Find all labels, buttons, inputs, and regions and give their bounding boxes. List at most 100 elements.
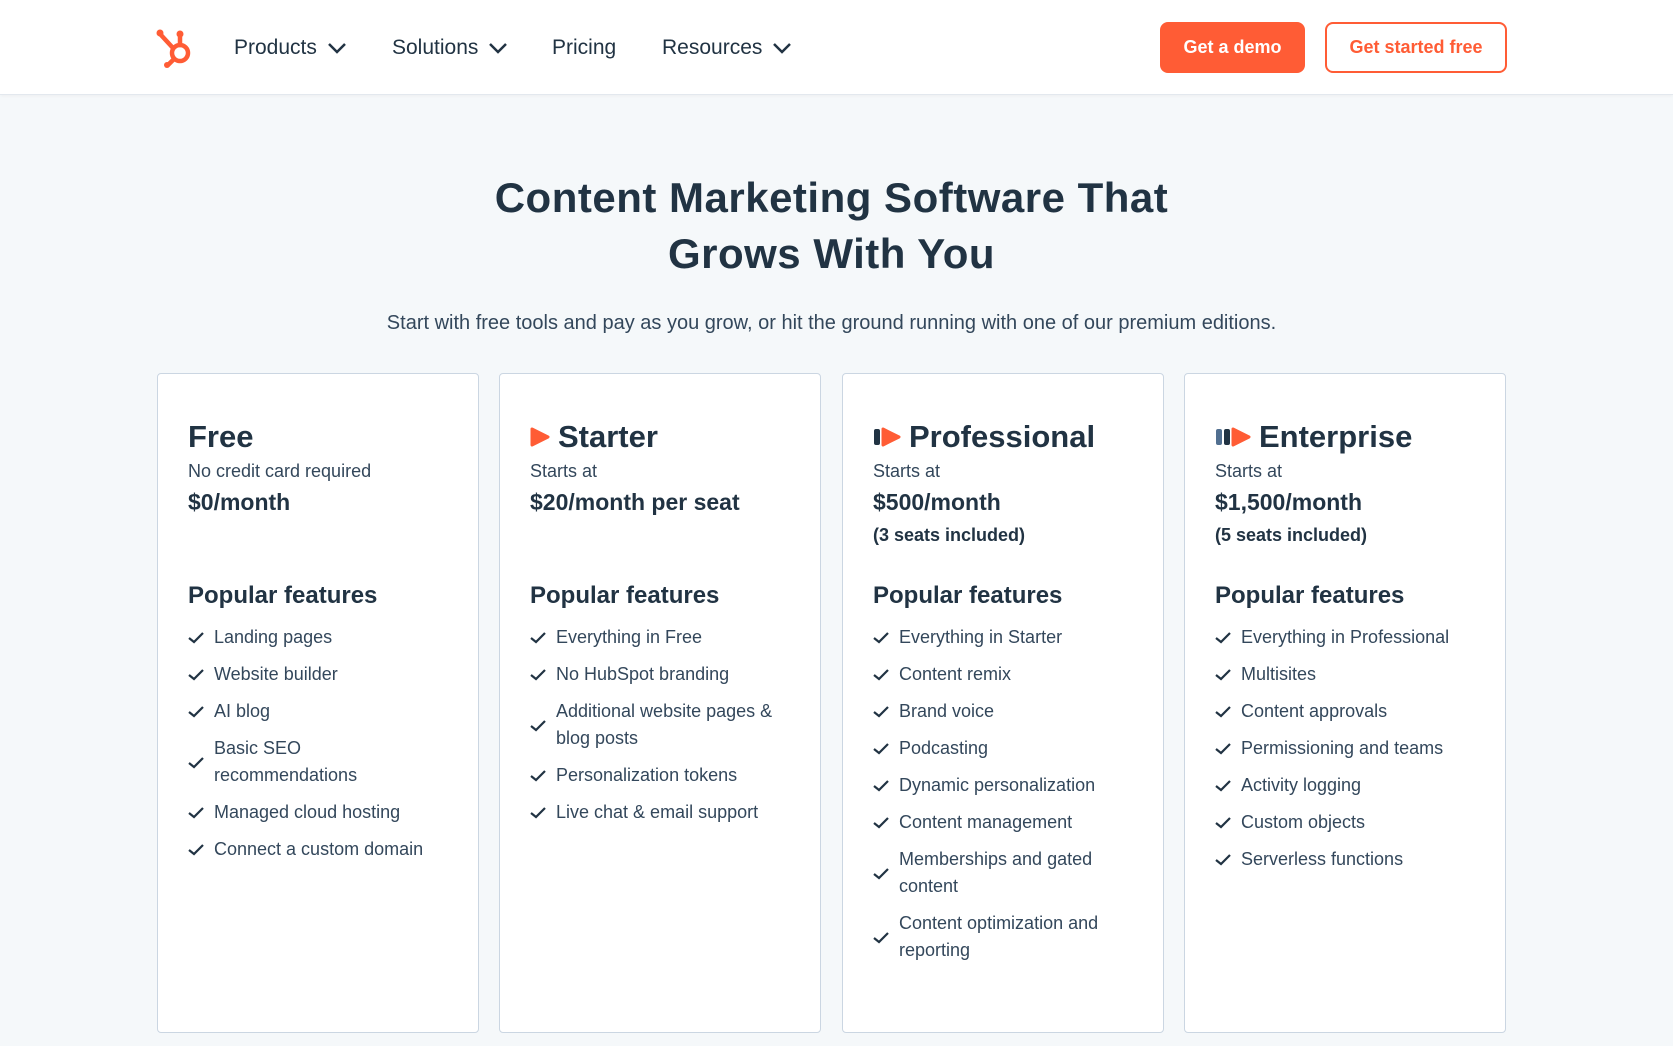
plan-note: No credit card required	[188, 461, 372, 481]
plan-header: Enterprise	[1215, 418, 1412, 456]
feature-label: Basic SEO recommendations	[214, 738, 358, 785]
nav-solutions[interactable]: Solutions	[392, 34, 508, 62]
enterprise-tier-icon	[1216, 427, 1251, 447]
feature-list: Landing pages Website builder AI blog Ba…	[188, 624, 458, 873]
feature-label: Content approvals	[1241, 701, 1388, 721]
feature-item: Everything in Starter	[873, 624, 1143, 651]
page-subtitle: Start with free tools and pay as you gro…	[386, 312, 1277, 334]
feature-label: Permissioning and teams	[1241, 738, 1444, 758]
feature-label: Everything in Free	[556, 627, 703, 647]
chevron-down-icon	[327, 43, 346, 54]
feature-item: Serverless functions	[1215, 846, 1485, 873]
checkmark-icon	[1215, 743, 1231, 755]
page-title: Content Marketing Software That Grows Wi…	[0, 170, 1663, 282]
checkmark-icon	[530, 807, 546, 819]
checkmark-icon	[1215, 669, 1231, 681]
feature-label: Connect a custom domain	[214, 839, 424, 859]
plan-name: Enterprise	[1259, 419, 1413, 454]
feature-item: Content optimization and reporting	[873, 910, 1143, 964]
feature-label: Multisites	[1241, 664, 1317, 684]
feature-item: Managed cloud hosting	[188, 799, 458, 826]
checkmark-icon	[1215, 780, 1231, 792]
nav-solutions-label: Solutions	[392, 36, 479, 59]
feature-item: Additional website pages & blog posts	[530, 698, 800, 752]
nav-products-label: Products	[234, 36, 317, 59]
feature-label: Everything in Professional	[1241, 627, 1450, 647]
feature-item: Connect a custom domain	[188, 836, 458, 863]
feature-list: Everything in Professional Multisites Co…	[1215, 624, 1485, 883]
checkmark-icon	[530, 719, 546, 731]
plan-name: Professional	[909, 419, 1096, 454]
feature-item: Memberships and gated content	[873, 846, 1143, 900]
feature-item: Content remix	[873, 661, 1143, 688]
feature-label: Content optimization and reporting	[899, 913, 1099, 960]
get-demo-button[interactable]: Get a demo	[1160, 22, 1305, 73]
nav-products[interactable]: Products	[234, 34, 347, 62]
nav-pricing-label: Pricing	[552, 36, 617, 59]
feature-item: Activity logging	[1215, 772, 1485, 799]
checkmark-icon	[1215, 632, 1231, 644]
feature-label: No HubSpot branding	[556, 664, 730, 684]
feature-item: AI blog	[188, 698, 458, 725]
feature-label: Podcasting	[899, 738, 989, 758]
page-title-line-1: Content Marketing Software That	[494, 174, 1169, 221]
checkmark-icon	[873, 817, 889, 829]
feature-label: Everything in Starter	[899, 627, 1063, 647]
feature-label: Custom objects	[1241, 812, 1366, 832]
feature-item: Everything in Free	[530, 624, 800, 651]
nav-pricing[interactable]: Pricing	[552, 34, 616, 62]
features-title: Popular features	[530, 582, 720, 609]
plan-name: Starter	[558, 419, 658, 454]
plan-header: Professional	[873, 418, 1095, 456]
plan-note: Starts at	[1215, 461, 1283, 481]
starter-tier-icon	[530, 427, 550, 447]
plan-price: $0/month	[188, 489, 291, 515]
checkmark-icon	[873, 931, 889, 943]
feature-label: Serverless functions	[1241, 849, 1404, 869]
get-started-free-button[interactable]: Get started free	[1325, 22, 1507, 73]
feature-label: Dynamic personalization	[899, 775, 1096, 795]
checkmark-icon	[873, 669, 889, 681]
feature-label: Live chat & email support	[556, 802, 759, 822]
top-nav: Products Solutions Pricing Resources Get…	[0, 0, 1673, 95]
checkmark-icon	[873, 706, 889, 718]
features-title: Popular features	[1215, 582, 1405, 609]
plan-price: $1,500/month	[1215, 489, 1362, 515]
hubspot-logo-icon[interactable]	[156, 26, 196, 68]
feature-label: Content remix	[899, 664, 1012, 684]
checkmark-icon	[873, 867, 889, 879]
plan-price: $500/month	[873, 489, 1001, 515]
nav-resources[interactable]: Resources	[662, 34, 792, 62]
checkmark-icon	[1215, 854, 1231, 866]
feature-item: Everything in Professional	[1215, 624, 1485, 651]
feature-item: Permissioning and teams	[1215, 735, 1485, 762]
checkmark-icon	[530, 669, 546, 681]
feature-label: Additional website pages & blog posts	[556, 701, 773, 748]
plan-seats: (3 seats included)	[873, 525, 1026, 545]
checkmark-icon	[188, 807, 204, 819]
checkmark-icon	[1215, 706, 1231, 718]
plan-header: Starter	[530, 418, 658, 456]
checkmark-icon	[873, 743, 889, 755]
professional-tier-icon	[874, 427, 901, 447]
plan-card-professional: Professional Starts at $500/month (3 sea…	[842, 373, 1164, 1033]
checkmark-icon	[873, 632, 889, 644]
feature-item: Live chat & email support	[530, 799, 800, 826]
page-title-line-2: Grows With You	[667, 230, 996, 277]
feature-item: Basic SEO recommendations	[188, 735, 458, 789]
feature-label: Landing pages	[214, 627, 333, 647]
features-title: Popular features	[873, 582, 1063, 609]
feature-item: Personalization tokens	[530, 762, 800, 789]
checkmark-icon	[1215, 817, 1231, 829]
feature-label: Personalization tokens	[556, 765, 738, 785]
plan-note: Starts at	[873, 461, 941, 481]
checkmark-icon	[188, 632, 204, 644]
feature-label: Activity logging	[1241, 775, 1362, 795]
checkmark-icon	[188, 756, 204, 768]
chevron-down-icon	[773, 43, 792, 54]
plan-seats: (5 seats included)	[1215, 525, 1368, 545]
checkmark-icon	[530, 632, 546, 644]
plan-name: Free	[188, 419, 254, 454]
feature-label: AI blog	[214, 701, 271, 721]
feature-item: No HubSpot branding	[530, 661, 800, 688]
